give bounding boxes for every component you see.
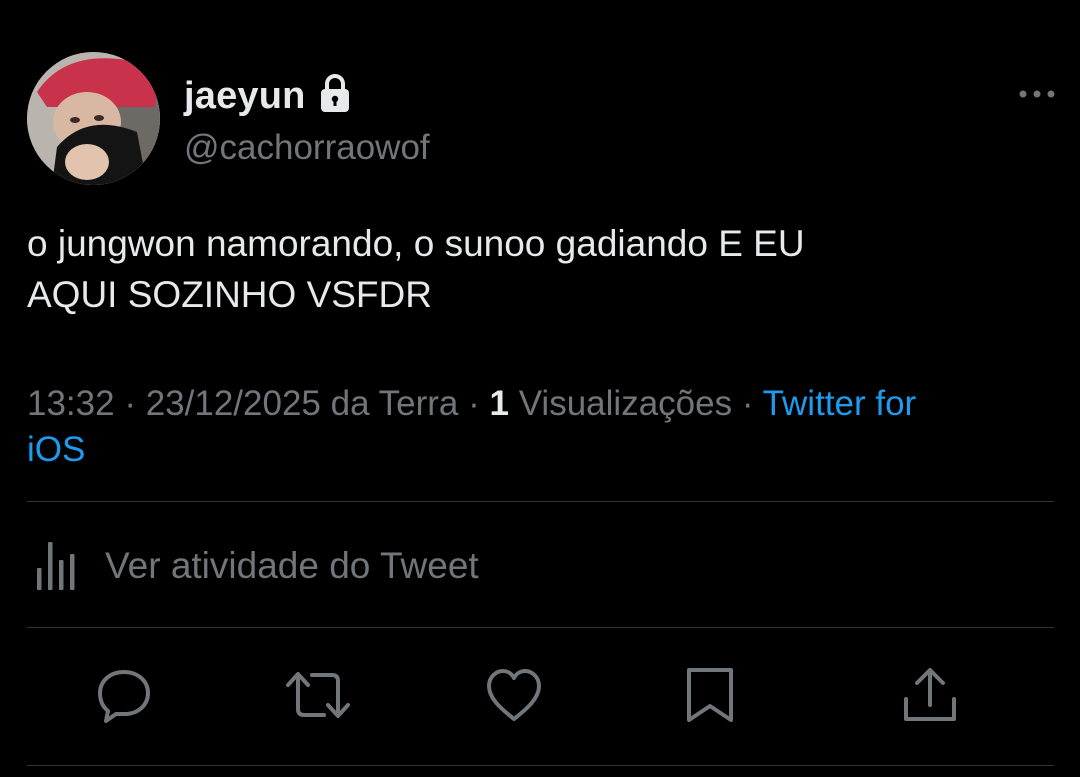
tweet-actions-bar xyxy=(0,665,1080,725)
tweet-text-line: o jungwon namorando, o sunoo gadiando E … xyxy=(27,223,805,264)
avatar[interactable] xyxy=(27,52,160,185)
tweet-text-line: AQUI SOZINHO VSFDR xyxy=(27,274,432,315)
retweet-button[interactable] xyxy=(284,665,350,725)
tweet-location: da Terra xyxy=(330,384,459,423)
share-button[interactable] xyxy=(900,665,960,725)
profile-photo xyxy=(27,52,160,185)
source-link[interactable]: Twitter for xyxy=(763,384,917,423)
speech-bubble-icon xyxy=(98,670,150,723)
activity-label: Ver atividade do Tweet xyxy=(105,545,479,586)
reply-button[interactable] xyxy=(94,665,154,725)
more-options-icon[interactable] xyxy=(1017,87,1057,101)
tweet-metadata: 13:32 · 23/12/2025 da Terra · 1 Visualiz… xyxy=(27,381,1037,473)
divider xyxy=(27,501,1054,502)
separator: · xyxy=(741,384,754,423)
display-name[interactable]: jaeyun xyxy=(184,75,306,118)
separator: · xyxy=(124,384,136,423)
divider xyxy=(27,627,1054,628)
tweet-activity-link[interactable]: Ver atividade do Tweet xyxy=(35,540,479,592)
tweet-time[interactable]: 13:32 xyxy=(27,384,115,423)
share-upload-icon xyxy=(904,668,956,721)
bookmark-button[interactable] xyxy=(680,665,740,725)
like-button[interactable] xyxy=(484,665,544,725)
separator: · xyxy=(468,384,480,423)
views-label: Visualizações xyxy=(518,384,733,423)
author-identity: jaeyun @cachorraowof xyxy=(184,72,430,168)
analytics-bars-icon xyxy=(35,540,85,592)
tweet-date[interactable]: 23/12/2025 xyxy=(146,384,321,423)
source-link-continued[interactable]: iOS xyxy=(27,430,85,469)
tweet-text: o jungwon namorando, o sunoo gadiando E … xyxy=(27,218,1027,320)
divider xyxy=(27,765,1054,766)
views-count: 1 xyxy=(489,384,509,423)
bookmark-icon xyxy=(687,668,733,722)
user-handle[interactable]: @cachorraowof xyxy=(184,128,430,168)
lock-icon xyxy=(320,73,350,113)
tweet-header: jaeyun @cachorraowof xyxy=(27,52,1057,186)
retweet-arrows-icon xyxy=(286,672,350,718)
heart-icon xyxy=(487,669,541,721)
